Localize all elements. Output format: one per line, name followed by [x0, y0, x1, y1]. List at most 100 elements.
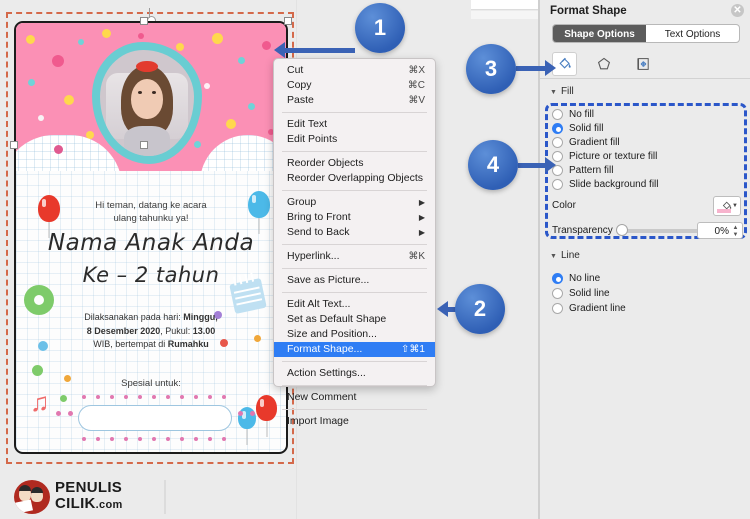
menu-item-format-shape[interactable]: Format Shape... ⇧⌘1 [274, 342, 435, 357]
radio-solid-fill-label: Solid fill [569, 122, 604, 134]
radio-slide-background-fill[interactable]: Slide background fill [552, 177, 659, 191]
menu-item-send-to-back-label: Send to Back [287, 226, 350, 238]
chevron-down-icon: ▼ [550, 89, 557, 96]
dot-row-top [82, 395, 232, 399]
radio-solid-line-label: Solid line [569, 287, 610, 299]
radio-picture-texture-fill[interactable]: Picture or texture fill [552, 149, 657, 163]
menu-item-import-image-label: Import Image [287, 415, 349, 427]
menu-item-save-as-picture[interactable]: Save as Picture... [274, 273, 435, 288]
selection-handle-bottom[interactable] [140, 141, 148, 149]
menu-item-bring-to-front-label: Bring to Front [287, 211, 351, 223]
menu-item-edit-alt-text-label: Edit Alt Text... [287, 298, 351, 310]
callout-4-arrow-line [518, 163, 546, 168]
menu-item-reorder-overlapping-label: Reorder Overlapping Objects [287, 172, 423, 184]
transparency-value: 0% [714, 226, 729, 237]
callout-1-arrow-line [285, 48, 355, 53]
menu-item-reorder-objects[interactable]: Reorder Objects [274, 156, 435, 171]
radio-gradient-line[interactable]: Gradient line [552, 301, 626, 315]
menu-item-hyperlink[interactable]: Hyperlink... ⌘K [274, 249, 435, 264]
panel-title: Format Shape [550, 5, 627, 17]
radio-solid-fill[interactable]: Solid fill [552, 121, 603, 135]
menu-item-send-to-back[interactable]: Send to Back ▶ [274, 225, 435, 240]
panel-options-tabs[interactable]: Shape Options Text Options [552, 24, 740, 43]
radio-icon [552, 136, 563, 148]
radio-slide-background-fill-label: Slide background fill [569, 178, 659, 190]
size-properties-icon[interactable] [630, 52, 655, 76]
fill-section-header[interactable]: ▼ Fill [540, 84, 750, 100]
color-swatch [717, 209, 731, 213]
close-icon[interactable]: ✕ [731, 4, 744, 17]
submenu-arrow-icon: ▶ [418, 228, 425, 237]
dot-row-bottom [82, 437, 232, 441]
transparency-slider-track[interactable] [618, 229, 700, 233]
radio-gradient-fill[interactable]: Gradient fill [552, 135, 620, 149]
menu-item-import-image[interactable]: Import Image [274, 414, 435, 429]
pentagon-effects-icon[interactable] [591, 52, 616, 76]
menu-separator [282, 292, 427, 293]
menu-item-set-default-shape-label: Set as Default Shape [287, 313, 387, 325]
detail-line1-plain: Dilaksanakan pada hari: [84, 312, 184, 322]
tab-text-options[interactable]: Text Options [646, 25, 739, 42]
menu-item-action-settings[interactable]: Action Settings... [274, 366, 435, 381]
fill-section-label: Fill [560, 86, 574, 97]
menu-item-cut-shortcut: ⌘X [408, 65, 425, 76]
selection-handle-top-right[interactable] [284, 17, 292, 25]
callout-badge-1: 1 [355, 3, 405, 53]
menu-item-copy-label: Copy [287, 79, 312, 91]
card-event-details: Dilaksanakan pada hari: Minggu, 8 Desemb… [58, 311, 244, 352]
submenu-arrow-icon: ▶ [418, 198, 425, 207]
callout-badge-3-number: 3 [484, 56, 498, 81]
radio-gradient-fill-label: Gradient fill [569, 136, 620, 148]
name-input-box[interactable] [78, 405, 232, 431]
panel-icon-tabs[interactable] [540, 50, 750, 79]
menu-item-cut[interactable]: Cut ⌘X [274, 63, 435, 78]
toolbar-strip [471, 0, 540, 10]
selection-handle-top[interactable] [140, 17, 148, 25]
line-section-header[interactable]: ▼ Line [540, 248, 750, 264]
tab-shape-options[interactable]: Shape Options [553, 25, 646, 42]
menu-item-edit-text[interactable]: Edit Text [274, 117, 435, 132]
menu-item-cut-label: Cut [287, 64, 304, 76]
logo-divider [164, 480, 166, 514]
selection-handle-left[interactable] [10, 141, 18, 149]
menu-item-edit-points-label: Edit Points [287, 133, 338, 145]
stepper-icon[interactable]: ▲ ▼ [731, 224, 740, 239]
chevron-down-icon[interactable]: ▼ [732, 203, 738, 209]
callout-badge-3: 3 [466, 44, 516, 94]
menu-item-hyperlink-label: Hyperlink... [287, 250, 340, 262]
menu-item-new-comment[interactable]: New Comment [274, 390, 435, 405]
menu-item-copy[interactable]: Copy ⌘C [274, 78, 435, 93]
toolbar-strip-secondary [471, 11, 540, 19]
menu-item-size-and-position-label: Size and Position... [287, 328, 377, 340]
radio-pattern-fill[interactable]: Pattern fill [552, 163, 613, 177]
menu-item-edit-points[interactable]: Edit Points [274, 132, 435, 147]
menu-item-group[interactable]: Group ▶ [274, 195, 435, 210]
radio-picture-texture-fill-label: Picture or texture fill [569, 150, 658, 162]
menu-item-edit-alt-text[interactable]: Edit Alt Text... [274, 297, 435, 312]
radio-icon-selected [552, 272, 563, 284]
callout-badge-2-number: 2 [473, 296, 487, 321]
fill-color-button[interactable]: ▼ [713, 196, 741, 216]
radio-no-fill[interactable]: No fill [552, 107, 594, 121]
callout-badge-4-number: 4 [486, 152, 500, 177]
menu-item-paste[interactable]: Paste ⌘V [274, 93, 435, 108]
logo-line-2-suffix: .com [95, 499, 123, 511]
menu-item-reorder-overlapping[interactable]: Reorder Overlapping Objects [274, 171, 435, 186]
menu-item-bring-to-front[interactable]: Bring to Front ▶ [274, 210, 435, 225]
menu-separator [282, 385, 427, 386]
logo-text: PENULIS CILIK.com [55, 480, 123, 513]
menu-item-set-default-shape[interactable]: Set as Default Shape [274, 312, 435, 327]
menu-item-action-settings-label: Action Settings... [287, 367, 366, 379]
menu-item-size-and-position[interactable]: Size and Position... [274, 327, 435, 342]
menu-separator [282, 190, 427, 191]
menu-item-new-comment-label: New Comment [287, 391, 357, 403]
screenshot-root: ♫ Hi teman, datang ke acara ulang tahunk… [0, 0, 750, 519]
radio-solid-line[interactable]: Solid line [552, 286, 610, 300]
radio-no-line[interactable]: No line [552, 271, 600, 285]
donut-green [24, 285, 54, 315]
shape-context-menu[interactable]: Cut ⌘X Copy ⌘C Paste ⌘V Edit Text Edit P… [273, 58, 436, 427]
invitation-card[interactable]: ♫ Hi teman, datang ke acara ulang tahunk… [14, 21, 288, 454]
chevron-down-icon: ▼ [550, 253, 557, 260]
transparency-value-field[interactable]: 0% ▲ ▼ [697, 222, 743, 239]
transparency-slider-knob[interactable] [616, 224, 628, 236]
